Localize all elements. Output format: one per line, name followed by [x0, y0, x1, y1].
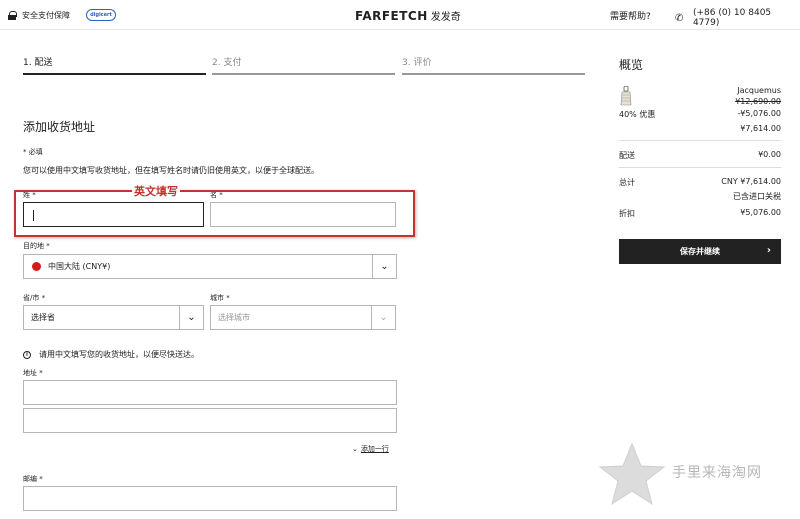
saving-value: ¥5,076.00	[740, 208, 781, 217]
summary-divider	[619, 140, 781, 141]
save-button-label: 保存并继续	[680, 247, 720, 256]
checkout-steps: 1. 配送 2. 支付 3. 评价	[23, 55, 585, 75]
brand-name: FARFETCH	[355, 9, 428, 23]
phone-icon: ✆	[675, 12, 684, 24]
step-progress-bar	[402, 73, 585, 75]
total-value: CNY ¥7,614.00	[721, 177, 781, 186]
top-header: 安全支付保障 digicert FARFETCH 发发奇 需要帮助? ✆ (+86…	[0, 0, 800, 30]
discount-label: 40% 优惠	[619, 110, 656, 119]
province-value: 选择省	[31, 313, 55, 322]
province-select[interactable]: 选择省 ⌄	[23, 305, 204, 330]
required-note: * 必填	[23, 148, 43, 156]
info-icon: i	[23, 350, 31, 359]
destination-select[interactable]: 中国大陆 (CNY¥) ⌄	[23, 254, 397, 279]
step-label: 2. 支付	[212, 58, 242, 68]
item-price: ¥7,614.00	[740, 124, 781, 133]
city-label: 城市 *	[210, 294, 230, 302]
step-shipping[interactable]: 1. 配送	[23, 55, 206, 75]
saving-label: 折扣	[619, 209, 635, 218]
postal-code-label: 邮编 *	[23, 475, 43, 483]
city-value: 选择城市	[218, 313, 250, 322]
star-logo-icon	[598, 442, 666, 506]
chevron-down-icon: ⌄	[371, 306, 395, 329]
shipping-label: 配送	[619, 151, 635, 160]
digicert-logo: digicert	[86, 9, 116, 21]
product-brand: Jacquemus	[737, 86, 781, 95]
step-payment: 2. 支付	[212, 55, 395, 75]
secure-payment-badge: 安全支付保障 digicert	[8, 9, 116, 21]
brand-name-cn: 发发奇	[430, 12, 461, 23]
add-line-link[interactable]: ⌄ 添加一行	[352, 444, 389, 454]
address-hint: i 请用中文填写您的收货地址，以便尽快送达。	[23, 349, 199, 360]
step-review: 3. 评价	[402, 55, 585, 75]
step-progress-bar	[23, 73, 206, 75]
order-summary: 概览 Jacquemus ¥12,690.00 40% 优惠 -¥5,076.0…	[619, 56, 781, 264]
farfetch-logo[interactable]: FARFETCH 发发奇	[355, 8, 461, 23]
add-line-label: 添加一行	[360, 445, 389, 453]
annotation-label: 英文填写	[132, 183, 180, 199]
destination-label: 目的地 *	[23, 242, 50, 250]
watermark: 手里来海淘网	[597, 440, 797, 510]
postal-code-input[interactable]	[23, 486, 397, 511]
save-and-continue-button[interactable]: 保存并继续 ›	[619, 239, 781, 264]
address-line-1-input[interactable]	[23, 380, 397, 405]
discount-value: -¥5,076.00	[737, 109, 781, 118]
address-label: 地址 *	[23, 369, 43, 377]
step-label: 3. 评价	[402, 58, 432, 68]
phone-number: (+86 (0) 10 8405 4779)	[692, 8, 772, 28]
name-info-text: 您可以使用中文填写收货地址，但在填写姓名时请仍旧使用英文，以便于全球配送。	[23, 166, 319, 175]
page-title: 添加收货地址	[23, 120, 96, 134]
step-progress-bar	[212, 73, 395, 75]
chevron-down-icon: ⌄	[372, 255, 396, 278]
total-label: 总计	[619, 178, 635, 187]
phone-contact[interactable]: ✆ (+86 (0) 10 8405 4779)	[675, 8, 800, 28]
shipping-value: ¥0.00	[758, 150, 781, 159]
address-hint-text: 请用中文填写您的收货地址，以便尽快送达。	[39, 350, 199, 359]
annotation-highlight-box	[14, 190, 415, 237]
product-thumbnail	[620, 86, 632, 106]
step-label: 1. 配送	[23, 58, 53, 68]
tax-note: 已含进口关税	[733, 192, 781, 201]
chevron-down-icon: ⌄	[352, 445, 358, 453]
chevron-down-icon: ⌄	[179, 306, 203, 329]
city-select[interactable]: 选择城市 ⌄	[210, 305, 396, 330]
destination-value: 中国大陆 (CNY¥)	[48, 262, 111, 271]
summary-title: 概览	[619, 58, 644, 72]
lock-icon	[8, 10, 17, 20]
secure-payment-label: 安全支付保障	[22, 10, 70, 20]
watermark-text: 手里来海淘网	[672, 465, 762, 481]
china-flag-icon	[32, 262, 41, 271]
arrow-right-icon: ›	[766, 245, 771, 256]
original-price: ¥12,690.00	[735, 97, 781, 106]
help-link[interactable]: 需要帮助?	[610, 9, 651, 22]
summary-divider	[619, 167, 781, 168]
address-line-2-input[interactable]	[23, 408, 397, 433]
province-label: 省/市 *	[23, 294, 46, 302]
